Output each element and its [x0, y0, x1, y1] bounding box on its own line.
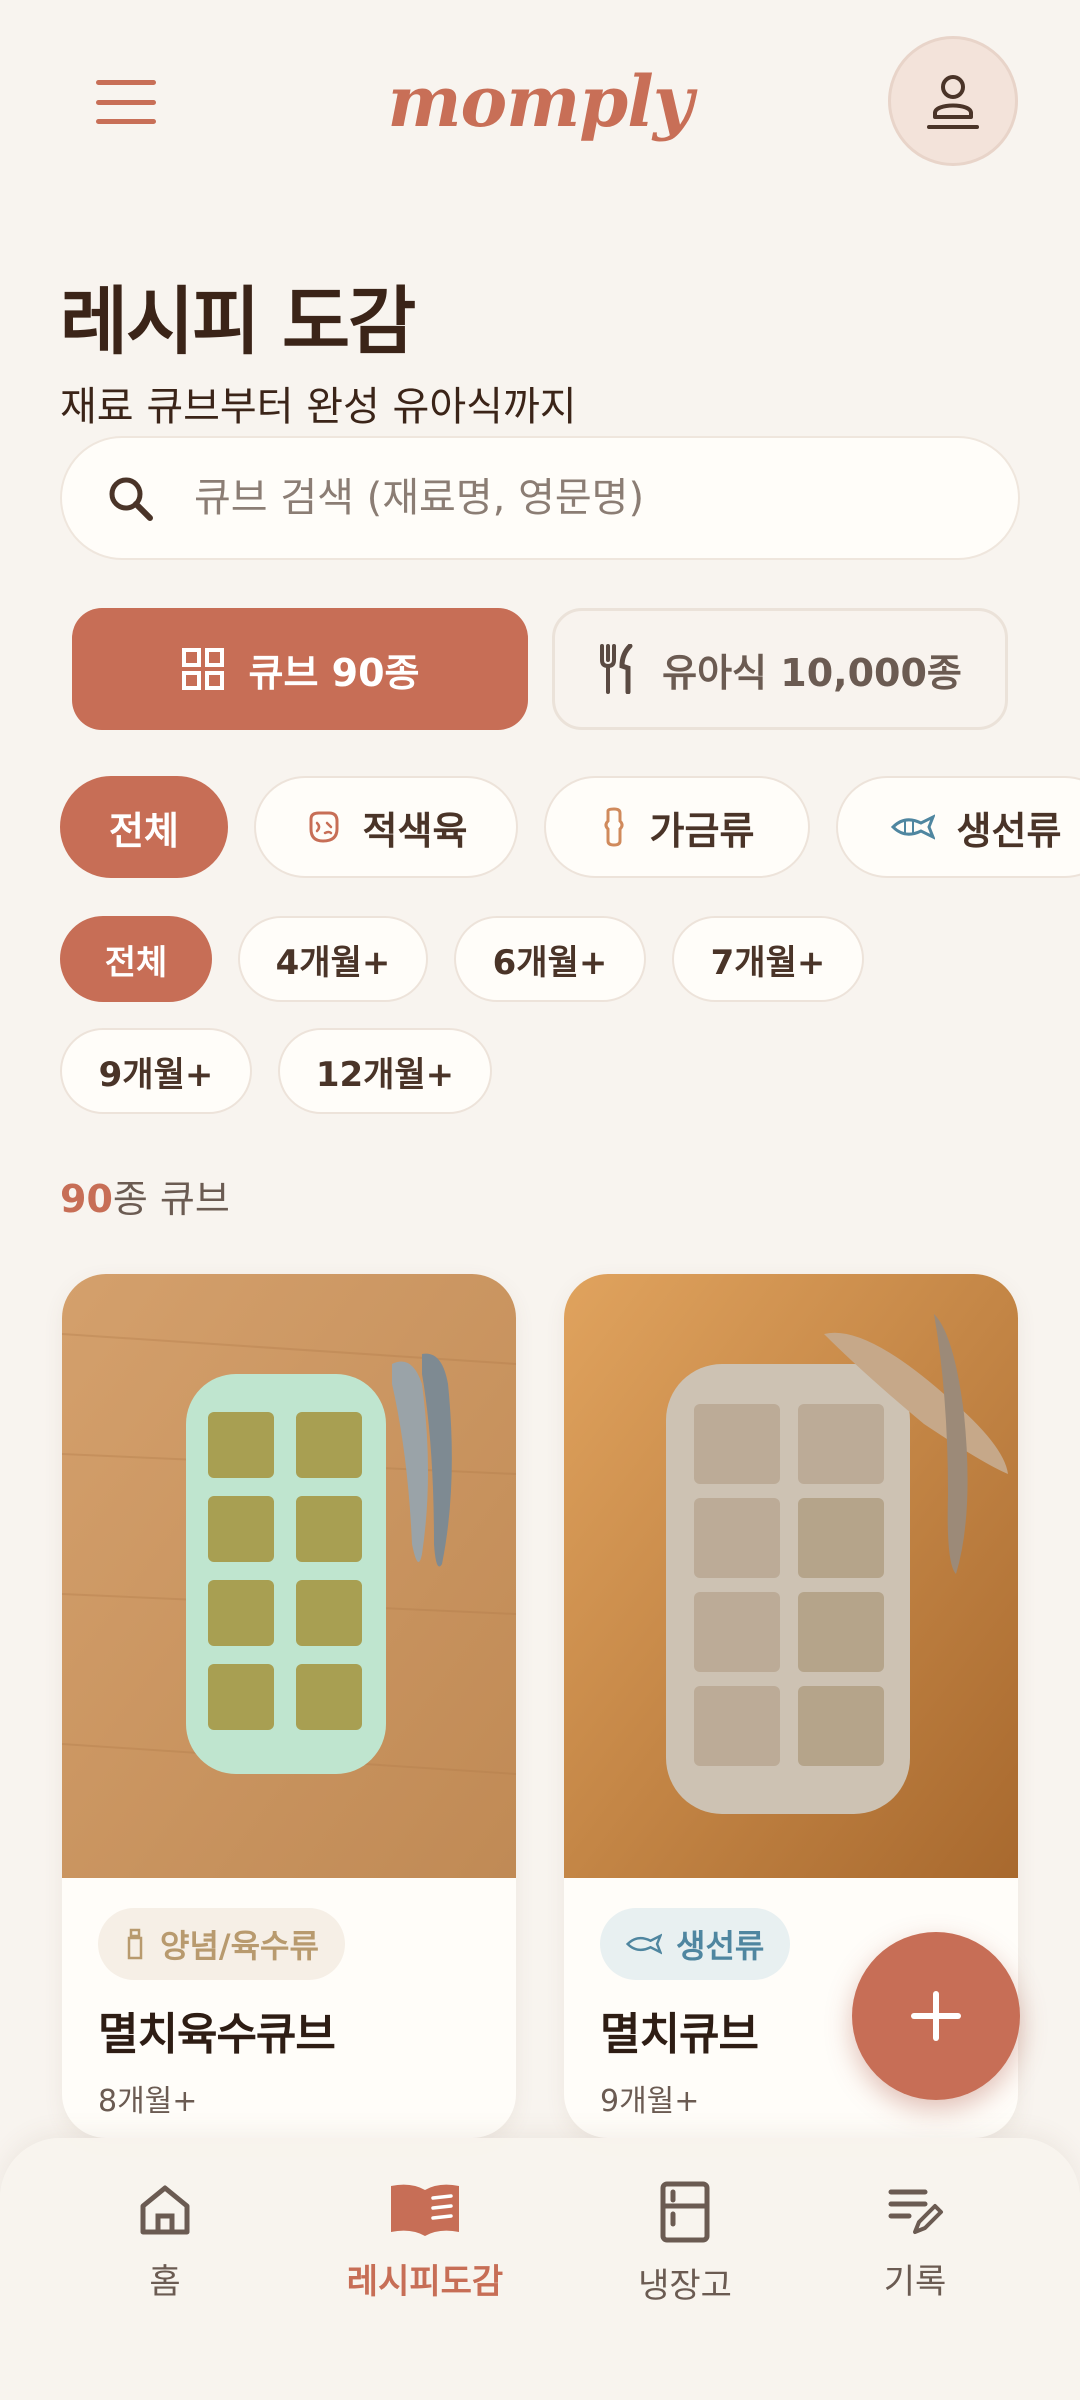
- age-chip-7m[interactable]: 7개월+: [672, 916, 864, 1002]
- fish-icon: [626, 1933, 662, 1955]
- plus-icon: [911, 1991, 961, 2041]
- nav-records[interactable]: 기록: [860, 2180, 970, 2303]
- card-tag-label: 생선류: [676, 1927, 765, 1965]
- drumstick-icon: [604, 807, 624, 847]
- page-subtitle: 재료 큐브부터 완성 유아식까지: [60, 384, 577, 430]
- category-label: 전체: [109, 808, 179, 853]
- recipe-card[interactable]: 양념/육수류 멸치육수큐브 8개월+: [62, 1274, 516, 2138]
- result-count-suffix: 종 큐브: [112, 1177, 230, 1221]
- add-button[interactable]: [852, 1932, 1020, 2100]
- mode-meal-button[interactable]: 유아식 10,000종: [552, 608, 1008, 730]
- home-icon: [140, 2185, 190, 2235]
- profile-button[interactable]: [888, 36, 1018, 166]
- age-label: 4개월+: [275, 942, 391, 983]
- meat-icon: [309, 811, 339, 843]
- age-chip-4m[interactable]: 4개월+: [238, 916, 428, 1002]
- user-icon: [927, 75, 979, 129]
- age-chip-6m[interactable]: 6개월+: [454, 916, 646, 1002]
- fork-knife-icon: [600, 644, 633, 694]
- age-chip-12m[interactable]: 12개월+: [278, 1028, 492, 1114]
- mode-cube-button[interactable]: 큐브 90종: [72, 608, 528, 730]
- nav-label: 기록: [883, 2262, 947, 2302]
- search-bar[interactable]: [60, 436, 1020, 560]
- age-label: 전체: [104, 942, 168, 983]
- age-label: 9개월+: [98, 1054, 214, 1095]
- result-count-number: 90: [60, 1177, 113, 1221]
- category-chip-poultry[interactable]: 가금류: [544, 776, 810, 878]
- fridge-icon: [660, 2181, 710, 2243]
- card-tag: 양념/육수류: [98, 1908, 345, 1980]
- card-age: 8개월+: [98, 2084, 198, 2119]
- card-tag-label: 양념/육수류: [160, 1927, 319, 1965]
- bottle-icon: [127, 1928, 143, 1960]
- category-label: 가금류: [649, 808, 755, 853]
- category-chip-red-meat[interactable]: 적색육: [254, 776, 518, 878]
- grid-icon: [181, 648, 224, 690]
- nav-fridge[interactable]: 냉장고: [620, 2180, 750, 2307]
- edit-list-icon: [888, 2189, 943, 2234]
- page-title: 레시피 도감: [60, 279, 416, 365]
- category-label: 적색육: [362, 808, 468, 853]
- mode-cube-label: 큐브 90종: [248, 650, 420, 695]
- nav-label: 레시피도감: [346, 2262, 504, 2302]
- age-label: 12개월+: [315, 1054, 455, 1095]
- nav-home[interactable]: 홈: [110, 2180, 220, 2303]
- mode-meal-label: 유아식 10,000종: [662, 650, 962, 695]
- nav-label: 냉장고: [638, 2266, 732, 2306]
- search-input[interactable]: [194, 475, 954, 521]
- category-chip-fish[interactable]: 생선류: [836, 776, 1080, 878]
- age-label: 7개월+: [710, 942, 826, 983]
- search-icon: [109, 477, 153, 521]
- fish-icon: [890, 814, 935, 840]
- category-label: 생선류: [956, 808, 1062, 853]
- age-chip-all[interactable]: 전체: [60, 916, 212, 1002]
- age-label: 6개월+: [492, 942, 608, 983]
- card-tag: 생선류: [600, 1908, 791, 1980]
- nav-label: 홈: [149, 2262, 181, 2302]
- nav-recipe-book[interactable]: 레시피도감: [330, 2180, 520, 2303]
- result-count: 90종 큐브: [60, 1168, 230, 1223]
- book-icon: [391, 2184, 459, 2236]
- card-image: [62, 1274, 516, 1878]
- card-title: 멸치육수큐브: [98, 2009, 336, 2060]
- category-chip-all[interactable]: 전체: [60, 776, 228, 878]
- card-image: [564, 1274, 1018, 1878]
- age-chip-9m[interactable]: 9개월+: [60, 1028, 252, 1114]
